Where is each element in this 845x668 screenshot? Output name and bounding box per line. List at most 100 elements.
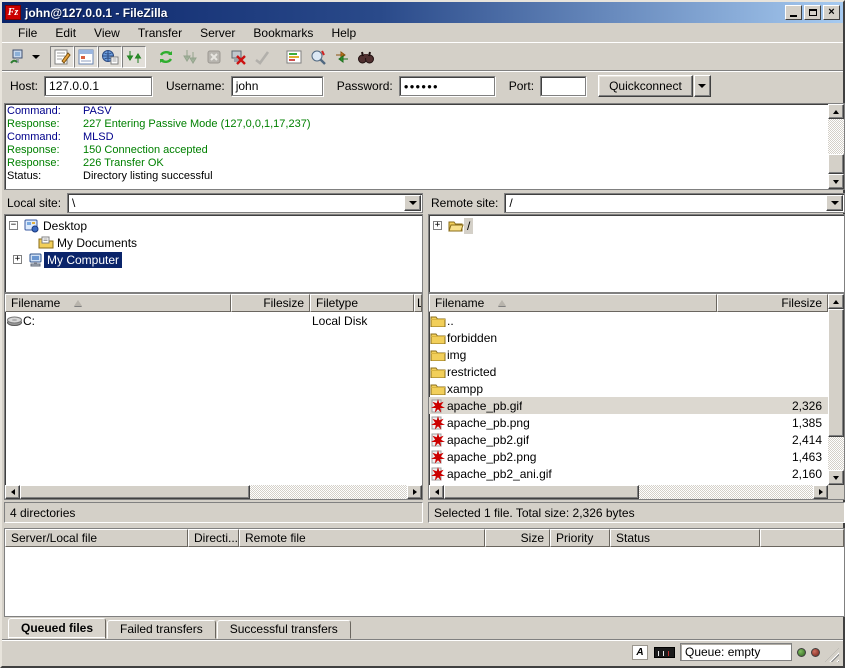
directory-comparison-button[interactable] [306, 46, 330, 68]
tree-item-my-documents[interactable]: My Documents [5, 234, 422, 251]
combo-dropdown-button[interactable] [404, 195, 421, 211]
toggle-remote-tree-button[interactable] [98, 46, 122, 68]
queue-tabs: Queued files Failed transfers Successful… [4, 617, 841, 640]
reconnect-button[interactable] [250, 46, 274, 68]
scroll-thumb[interactable] [20, 485, 250, 499]
remote-file-row[interactable]: xampp [429, 380, 828, 397]
find-files-button[interactable] [354, 46, 378, 68]
remote-file-row[interactable]: .. [429, 312, 828, 329]
column-last-modified[interactable]: L [414, 294, 422, 312]
cancel-operation-button[interactable] [202, 46, 226, 68]
menu-server[interactable]: Server [191, 23, 244, 43]
site-manager-button[interactable] [5, 46, 29, 68]
tree-item-root[interactable]: + / [429, 217, 844, 234]
local-site-label: Local site: [4, 196, 67, 210]
password-label: Password: [337, 79, 393, 93]
menu-edit[interactable]: Edit [46, 23, 85, 43]
password-input[interactable]: ●●●●●● [399, 76, 495, 96]
refresh-button[interactable] [154, 46, 178, 68]
scroll-right-button[interactable] [407, 485, 422, 499]
synchronized-browsing-button[interactable] [330, 46, 354, 68]
remote-horizontal-scrollbar[interactable] [429, 485, 828, 499]
maximize-button[interactable] [804, 5, 821, 20]
resize-grip[interactable] [825, 648, 839, 662]
local-horizontal-scrollbar[interactable] [5, 485, 422, 499]
port-input[interactable] [540, 76, 586, 96]
column-size[interactable]: Size [485, 529, 550, 547]
column-filetype[interactable]: Filetype [310, 294, 414, 312]
file-name: restricted [447, 365, 496, 379]
column-filename[interactable]: Filename [5, 294, 231, 312]
process-queue-button[interactable] [178, 46, 202, 68]
file-name: apache_pb2.gif [447, 433, 529, 447]
scroll-up-button[interactable] [828, 104, 844, 119]
scroll-down-button[interactable] [828, 470, 844, 485]
scroll-right-button[interactable] [813, 485, 828, 499]
remote-site-combo[interactable]: / [504, 193, 845, 213]
scroll-thumb[interactable] [828, 309, 844, 437]
host-input[interactable]: 127.0.0.1 [44, 76, 152, 96]
activity-led-green [797, 648, 806, 657]
queue-empty-area[interactable] [5, 547, 844, 616]
column-filesize[interactable]: Filesize [717, 294, 828, 312]
toggle-transfer-queue-button[interactable] [122, 46, 146, 68]
combo-dropdown-button[interactable] [826, 195, 843, 211]
remote-file-row[interactable]: apache_pb2.gif 2,414 [429, 431, 828, 448]
remote-file-row[interactable]: apache_pb2_ani.gif 2,160 [429, 465, 828, 482]
column-filesize[interactable]: Filesize [231, 294, 310, 312]
menu-file[interactable]: File [9, 23, 46, 43]
remote-file-row-selected[interactable]: apache_pb.gif 2,326 [429, 397, 828, 414]
folder-icon [429, 349, 447, 361]
column-remote-file[interactable]: Remote file [239, 529, 485, 547]
toggle-local-tree-button[interactable] [74, 46, 98, 68]
column-filename[interactable]: Filename [429, 294, 717, 312]
expand-icon[interactable]: + [433, 221, 442, 230]
quickconnect-button[interactable]: Quickconnect [598, 75, 693, 97]
tree-item-desktop[interactable]: − Desktop [5, 217, 422, 234]
password-value: ●●●●●● [404, 82, 439, 91]
menu-view[interactable]: View [85, 23, 129, 43]
username-input[interactable]: john [231, 76, 323, 96]
column-direction[interactable]: Directi... [188, 529, 239, 547]
scroll-thumb[interactable] [828, 154, 844, 174]
remote-file-row[interactable]: img [429, 346, 828, 363]
quickconnect-dropdown[interactable] [694, 75, 711, 97]
folder-icon [429, 383, 447, 395]
collapse-icon[interactable]: − [9, 221, 18, 230]
minimize-button[interactable] [785, 5, 802, 20]
scroll-down-button[interactable] [828, 174, 844, 189]
site-manager-dropdown[interactable] [29, 46, 42, 68]
log-vertical-scrollbar[interactable] [828, 104, 844, 189]
tab-successful-transfers[interactable]: Successful transfers [217, 620, 351, 639]
tab-failed-transfers[interactable]: Failed transfers [107, 620, 216, 639]
remote-file-row[interactable]: forbidden [429, 329, 828, 346]
remote-file-row[interactable]: apache_pb2.png 1,463 [429, 448, 828, 465]
menu-transfer[interactable]: Transfer [129, 23, 191, 43]
queue-header: Server/Local file Directi... Remote file… [5, 529, 844, 547]
scroll-up-button[interactable] [828, 294, 844, 309]
menu-bookmarks[interactable]: Bookmarks [244, 23, 322, 43]
expand-icon[interactable]: + [13, 255, 22, 264]
local-site-combo[interactable]: \ [67, 193, 423, 213]
column-server-local-file[interactable]: Server/Local file [5, 529, 188, 547]
scroll-thumb[interactable] [444, 485, 639, 499]
column-status[interactable]: Status [610, 529, 760, 547]
scroll-left-button[interactable] [429, 485, 444, 499]
filter-button[interactable] [282, 46, 306, 68]
local-file-row[interactable]: C: Local Disk [5, 312, 422, 329]
disconnect-button[interactable] [226, 46, 250, 68]
tab-queued-files[interactable]: Queued files [8, 618, 106, 639]
toggle-message-log-button[interactable] [50, 46, 74, 68]
column-priority[interactable]: Priority [550, 529, 610, 547]
remote-file-list: Filename Filesize .. [428, 293, 845, 500]
remote-vertical-scrollbar[interactable] [828, 294, 844, 485]
remote-file-row[interactable]: restricted [429, 363, 828, 380]
message-log-lines: Command:PASV Response:227 Entering Passi… [5, 104, 828, 189]
menu-help[interactable]: Help [322, 23, 365, 43]
file-size: 2,414 [792, 433, 828, 447]
close-button[interactable]: × [823, 5, 840, 20]
tree-item-my-computer[interactable]: + My Computer [5, 251, 422, 268]
file-name: apache_pb2_ani.gif [447, 467, 552, 481]
remote-file-row[interactable]: apache_pb.png 1,385 [429, 414, 828, 431]
scroll-left-button[interactable] [5, 485, 20, 499]
